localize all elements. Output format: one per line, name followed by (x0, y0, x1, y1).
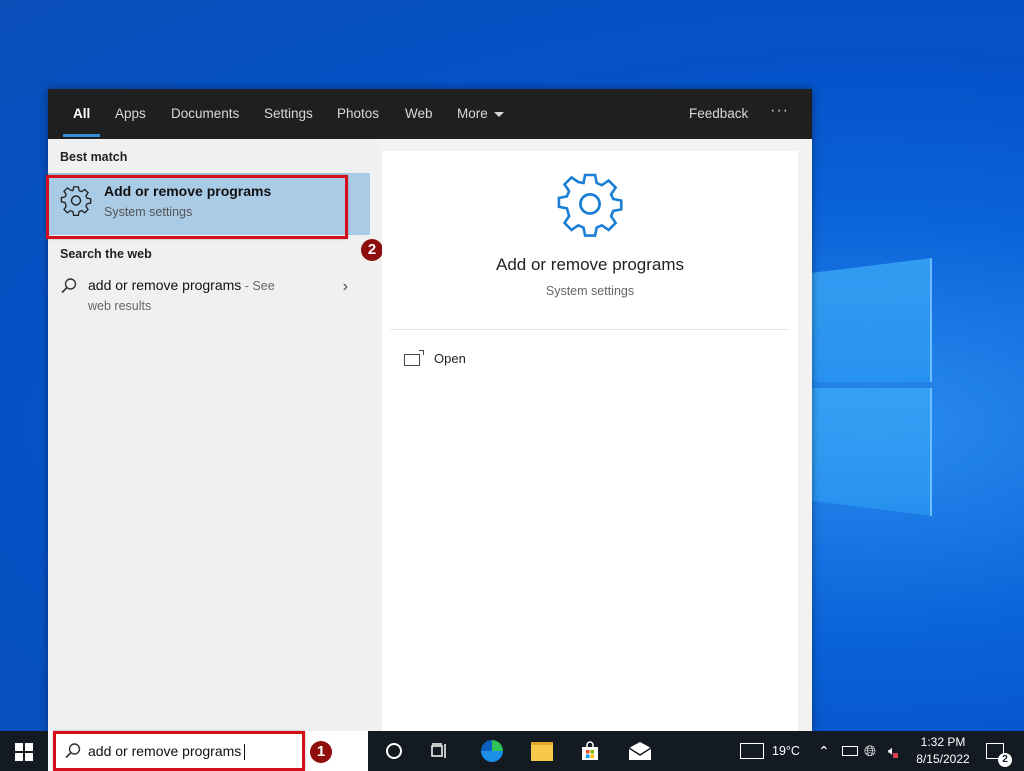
desktop-windows-logo (812, 258, 932, 516)
caret-down-icon (493, 111, 504, 117)
clock[interactable]: 1:32 PM 8/15/2022 (908, 734, 978, 768)
task-view-glyph (431, 743, 446, 758)
tab-more[interactable]: More (457, 89, 504, 139)
preview-divider (390, 329, 790, 330)
cortana-icon[interactable] (372, 731, 416, 771)
windows-icon-pane (25, 743, 33, 751)
edge-glyph (481, 740, 503, 762)
taskbar: add or remove programs 1 19°C ⌃ 🌐︎ 🔈︎ 1:… (0, 731, 1024, 771)
volume-icon[interactable]: 🔈︎ (888, 731, 898, 771)
more-options-button[interactable]: ··· (770, 89, 789, 139)
chevron-right-icon[interactable]: › (343, 278, 348, 296)
notification-icon: 2 (986, 743, 1012, 767)
start-button[interactable] (0, 731, 48, 771)
open-action[interactable]: Open (404, 349, 466, 366)
task-view-icon[interactable] (418, 731, 462, 771)
preview-subtitle: System settings (545, 284, 635, 298)
preview-title: Add or remove programs (495, 255, 685, 274)
store-glyph (582, 741, 598, 760)
tab-web[interactable]: Web (405, 89, 433, 139)
tab-apps[interactable]: Apps (115, 89, 146, 139)
step-badge-1: 1 (310, 741, 332, 763)
show-hidden-icons[interactable]: ⌃ (818, 731, 830, 771)
windows-icon (15, 743, 23, 751)
feedback-button[interactable]: Feedback (689, 89, 748, 139)
tab-documents[interactable]: Documents (171, 89, 239, 139)
file-explorer-icon[interactable] (520, 731, 564, 771)
tab-photos[interactable]: Photos (337, 89, 379, 139)
news-icon (740, 743, 764, 759)
step-badge-2: 2 (361, 239, 383, 261)
battery-icon[interactable] (842, 731, 858, 771)
gear-icon-large (557, 173, 623, 237)
mail-glyph (628, 742, 652, 760)
edge-icon[interactable] (470, 731, 514, 771)
web-query: add or remove programs (88, 277, 242, 293)
preview-pane: Add or remove programs System settings O… (382, 151, 798, 731)
notification-count: 2 (998, 753, 1012, 767)
windows-icon-pane (25, 753, 33, 761)
web-search-result[interactable]: add or remove programs - See web results… (48, 267, 370, 317)
folder-glyph (531, 741, 553, 761)
mail-icon[interactable] (618, 731, 662, 771)
search-icon (61, 278, 77, 294)
open-window-icon (404, 349, 424, 366)
globe-icon: 🌐︎ (864, 742, 877, 760)
highlight-box-best-match (46, 175, 348, 239)
weather-temp: 19°C (772, 744, 800, 758)
search-tab-bar: All Apps Documents Settings Photos Web M… (48, 89, 812, 139)
logo-pane-bottom (812, 388, 932, 516)
weather-widget[interactable]: 19°C (740, 731, 800, 771)
battery-glyph (842, 746, 858, 756)
cortana-circle (386, 743, 402, 759)
best-match-heading: Best match (60, 150, 128, 164)
clock-time: 1:32 PM (920, 735, 966, 749)
search-web-heading: Search the web (60, 247, 152, 261)
tab-more-label: More (457, 106, 488, 121)
logo-pane-top (812, 258, 932, 382)
search-panel: All Apps Documents Settings Photos Web M… (46, 89, 812, 731)
results-list: Best match Add or remove programs System… (46, 139, 383, 731)
clock-date: 8/15/2022 (916, 752, 970, 766)
highlight-box-search (53, 731, 305, 771)
web-result-subtitle: web results (88, 299, 152, 313)
tab-all[interactable]: All (62, 89, 101, 139)
tab-settings[interactable]: Settings (264, 89, 313, 139)
web-query-suffix: - See (241, 279, 275, 293)
store-icon[interactable] (568, 731, 612, 771)
mute-indicator (892, 752, 898, 758)
network-icon[interactable]: 🌐︎ (864, 731, 876, 771)
open-label: Open (434, 351, 466, 366)
notifications-button[interactable]: 2 (986, 731, 1012, 771)
chevron-up-icon: ⌃ (818, 742, 830, 759)
windows-icon-pane (15, 753, 23, 761)
